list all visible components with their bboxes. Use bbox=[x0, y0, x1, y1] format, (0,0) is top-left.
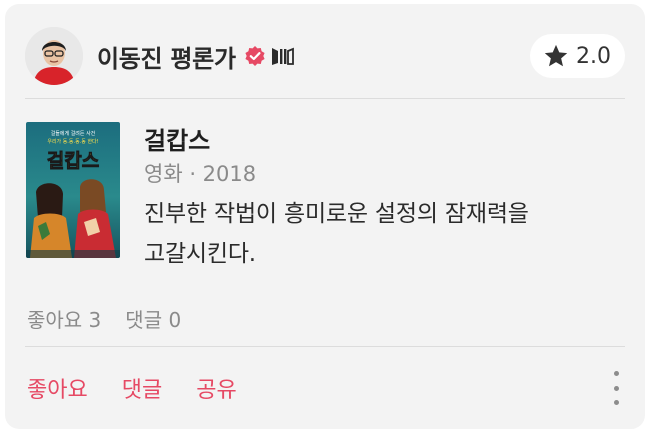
like-count: 좋아요 3 bbox=[27, 308, 102, 332]
avatar[interactable] bbox=[25, 27, 83, 85]
like-button[interactable]: 좋아요 bbox=[27, 372, 88, 404]
rating-badge: 2.0 bbox=[530, 34, 625, 78]
review-line: 진부한 작법이 흥미로운 설정의 잠재력을 bbox=[144, 201, 529, 227]
star-icon bbox=[544, 44, 568, 67]
comment-count: 댓글 0 bbox=[125, 308, 182, 332]
poster-tagline-1: 걸들에게 걸려든 사건 bbox=[51, 130, 96, 137]
more-vertical-icon[interactable] bbox=[609, 371, 623, 405]
divider bbox=[25, 346, 625, 347]
movie-poster[interactable]: 걸들에게 걸려든 사건 우리가 동.동.동.동 한다! 걸캅스 bbox=[26, 122, 120, 258]
review-line: 고갈시킨다. bbox=[144, 241, 256, 267]
poster-title: 걸캅스 bbox=[47, 150, 99, 172]
author-name[interactable]: 이동진 평론가 bbox=[97, 39, 236, 74]
review-stats: 좋아요 3 댓글 0 bbox=[27, 304, 181, 333]
share-button[interactable]: 공유 bbox=[196, 372, 236, 404]
poster-tagline-2: 우리가 동.동.동.동 한다! bbox=[47, 138, 98, 145]
divider bbox=[25, 98, 625, 99]
critic-badge-icon bbox=[269, 45, 295, 67]
comment-button[interactable]: 댓글 bbox=[122, 372, 162, 404]
rating-value: 2.0 bbox=[576, 43, 611, 69]
movie-meta: 영화 · 2018 bbox=[144, 162, 257, 186]
action-bar: 좋아요 댓글 공유 bbox=[27, 370, 623, 406]
movie-title[interactable]: 걸캅스 bbox=[144, 126, 624, 156]
review-card: 이동진 평론가 2.0 걸들에게 걸려든 사건 우리가 동.동.동.동 한다! … bbox=[5, 4, 645, 429]
verified-badge-icon bbox=[244, 45, 266, 67]
review-text: 진부한 작법이 흥미로운 설정의 잠재력을 고갈시킨다. bbox=[144, 194, 624, 274]
review-info: 걸캅스 영화 · 2018 진부한 작법이 흥미로운 설정의 잠재력을 고갈시킨… bbox=[144, 126, 624, 274]
review-header: 이동진 평론가 2.0 bbox=[25, 24, 625, 88]
